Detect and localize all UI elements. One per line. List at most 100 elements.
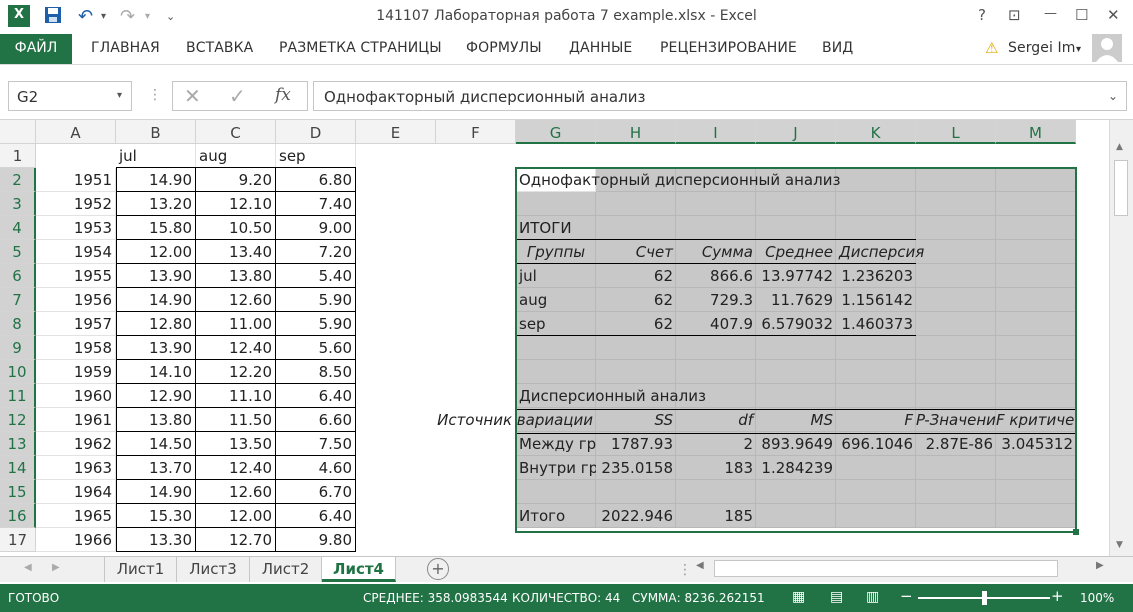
select-all-corner[interactable] [0,120,36,144]
value-cell[interactable]: 13.30 [116,528,196,552]
zoom-out-icon[interactable]: − [900,587,913,605]
column-header-B[interactable]: B [116,120,196,144]
tab-home[interactable]: ГЛАВНАЯ [91,40,160,56]
formula-input[interactable]: Однофакторный дисперсионный анализ [313,81,1127,111]
row-header-12[interactable]: 12 [0,408,36,432]
tab-formulas[interactable]: ФОРМУЛЫ [466,40,542,56]
value-cell[interactable]: 6.60 [276,408,356,432]
expand-formula-icon[interactable]: ⌄ [1108,89,1118,103]
year-cell[interactable]: 1951 [36,168,116,192]
row-header-13[interactable]: 13 [0,432,36,456]
row-header-9[interactable]: 9 [0,336,36,360]
close-icon[interactable]: ✕ [1107,6,1120,24]
value-cell[interactable]: 15.30 [116,504,196,528]
value-cell[interactable]: 12.00 [116,240,196,264]
value-cell[interactable]: 4.60 [276,456,356,480]
value-cell[interactable]: 9.20 [196,168,276,192]
sheet-tab-4[interactable]: Лист4 [322,557,396,582]
column-header-D[interactable]: D [276,120,356,144]
row-header-16[interactable]: 16 [0,504,36,528]
cancel-icon[interactable]: ✕ [184,84,201,108]
value-cell[interactable]: 7.50 [276,432,356,456]
scroll-down-icon[interactable]: ▼ [1116,540,1123,550]
column-header-L[interactable]: L [916,120,996,144]
value-cell[interactable]: 13.90 [116,336,196,360]
value-cell[interactable]: 13.80 [196,264,276,288]
value-cell[interactable]: 12.40 [196,336,276,360]
value-cell[interactable]: 12.20 [196,360,276,384]
fill-handle[interactable] [1073,529,1079,535]
value-cell[interactable]: 13.70 [116,456,196,480]
value-cell[interactable]: 12.60 [196,480,276,504]
column-header-M[interactable]: M [996,120,1076,144]
tab-view[interactable]: ВИД [822,40,853,56]
vertical-scrollbar[interactable]: ▲ ▼ [1109,120,1133,556]
value-cell[interactable]: 9.00 [276,216,356,240]
row-header-7[interactable]: 7 [0,288,36,312]
value-cell[interactable]: 7.20 [276,240,356,264]
scroll-thumb[interactable] [1114,160,1128,216]
prev-sheet-icon[interactable]: ◀ [24,562,32,573]
year-cell[interactable]: 1966 [36,528,116,552]
value-cell[interactable]: 12.10 [196,192,276,216]
year-cell[interactable]: 1958 [36,336,116,360]
row-header-6[interactable]: 6 [0,264,36,288]
value-cell[interactable]: 6.40 [276,384,356,408]
scroll-up-icon[interactable]: ▲ [1116,142,1123,152]
value-cell[interactable]: 7.40 [276,192,356,216]
horizontal-scroll-thumb[interactable] [714,560,1058,577]
year-cell[interactable]: 1954 [36,240,116,264]
tab-file[interactable]: ФАЙЛ [0,34,72,64]
help-icon[interactable]: ? [978,6,986,24]
row-header-8[interactable]: 8 [0,312,36,336]
row-header-5[interactable]: 5 [0,240,36,264]
page-layout-icon[interactable]: ▤ [830,589,843,605]
value-cell[interactable]: 8.50 [276,360,356,384]
value-cell[interactable]: 15.80 [116,216,196,240]
name-box[interactable]: G2 [8,81,132,111]
column-header-A[interactable]: A [36,120,116,144]
year-cell[interactable]: 1963 [36,456,116,480]
zoom-slider-thumb[interactable] [982,591,987,605]
row-header-15[interactable]: 15 [0,480,36,504]
next-sheet-icon[interactable]: ▶ [52,562,60,573]
value-cell[interactable]: 11.50 [196,408,276,432]
value-cell[interactable]: 14.90 [116,168,196,192]
value-cell[interactable]: 11.10 [196,384,276,408]
year-cell[interactable]: 1952 [36,192,116,216]
row-header-1[interactable]: 1 [0,144,36,168]
year-cell[interactable]: 1956 [36,288,116,312]
column-header-F[interactable]: F [436,120,516,144]
zoom-in-icon[interactable]: + [1051,587,1064,605]
value-cell[interactable]: 12.60 [196,288,276,312]
name-box-dropdown-icon[interactable]: ▾ [117,90,122,101]
year-cell[interactable]: 1959 [36,360,116,384]
year-cell[interactable]: 1962 [36,432,116,456]
value-cell[interactable]: 13.20 [116,192,196,216]
value-cell[interactable]: 14.10 [116,360,196,384]
year-cell[interactable]: 1965 [36,504,116,528]
header-jul[interactable]: jul [116,144,196,168]
tab-review[interactable]: РЕЦЕНЗИРОВАНИЕ [660,40,797,56]
user-name[interactable]: Sergei Im [1008,40,1076,56]
sheet-tab-2[interactable]: Лист2 [250,557,322,582]
year-cell[interactable]: 1961 [36,408,116,432]
value-cell[interactable]: 6.70 [276,480,356,504]
tab-insert[interactable]: ВСТАВКА [186,40,253,56]
add-sheet-icon[interactable]: + [427,558,449,580]
row-header-2[interactable]: 2 [0,168,36,192]
tab-data[interactable]: ДАННЫЕ [569,40,632,56]
value-cell[interactable]: 12.80 [116,312,196,336]
value-cell[interactable]: 9.80 [276,528,356,552]
value-cell[interactable]: 11.00 [196,312,276,336]
row-header-11[interactable]: 11 [0,384,36,408]
sheet-tab-3[interactable]: Лист3 [177,557,250,582]
page-break-icon[interactable]: ▥ [866,589,879,605]
value-cell[interactable]: 5.60 [276,336,356,360]
row-header-4[interactable]: 4 [0,216,36,240]
enter-icon[interactable]: ✓ [229,84,246,108]
value-cell[interactable]: 12.00 [196,504,276,528]
maximize-icon[interactable]: ☐ [1075,6,1088,24]
value-cell[interactable]: 6.80 [276,168,356,192]
header-aug[interactable]: aug [196,144,276,168]
